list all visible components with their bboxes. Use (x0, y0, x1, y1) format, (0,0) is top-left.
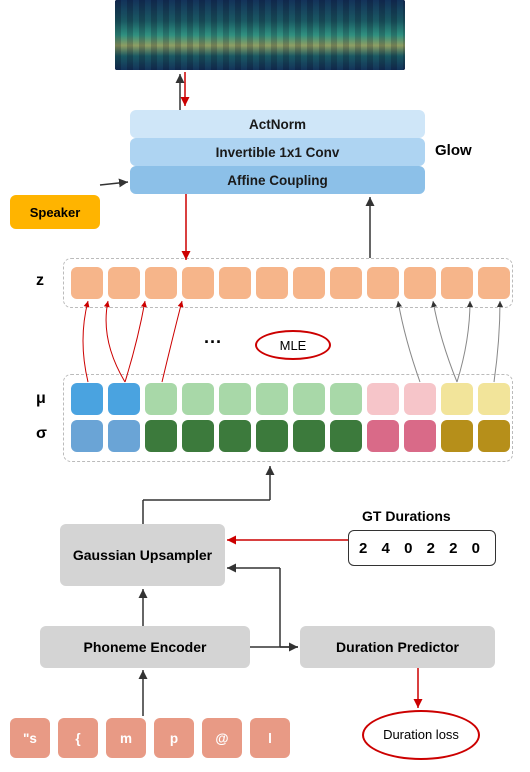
sigma-cell (145, 420, 177, 452)
phoneme-token: { (58, 718, 98, 758)
mu-cell (256, 383, 288, 415)
sigma-cell (108, 420, 140, 452)
z-cell (219, 267, 251, 299)
invconv-label: Invertible 1x1 Conv (216, 145, 340, 160)
z-cell (404, 267, 436, 299)
z-cell (330, 267, 362, 299)
glow-actnorm: ActNorm (130, 110, 425, 138)
phoneme-token: p (154, 718, 194, 758)
mu-label: μ (36, 390, 46, 408)
z-cell (478, 267, 510, 299)
z-cell (145, 267, 177, 299)
mu-cell (71, 383, 103, 415)
z-label: z (36, 272, 44, 290)
ellipsis: ··· (204, 332, 222, 353)
phoneme-token: l (250, 718, 290, 758)
spectrogram (115, 0, 405, 70)
mu-cell (441, 383, 473, 415)
phoneme-token: @ (202, 718, 242, 758)
duration-predictor-label: Duration Predictor (336, 639, 459, 655)
z-cell (256, 267, 288, 299)
phoneme-encoder-label: Phoneme Encoder (84, 639, 207, 655)
speaker-label: Speaker (30, 205, 81, 220)
z-cell (71, 267, 103, 299)
sigma-cell (182, 420, 214, 452)
z-cell (441, 267, 473, 299)
mu-cell (478, 383, 510, 415)
mu-cell (145, 383, 177, 415)
sigma-cell (367, 420, 399, 452)
mu-cell (404, 383, 436, 415)
phoneme-token: m (106, 718, 146, 758)
mu-cell (293, 383, 325, 415)
sigma-cell (256, 420, 288, 452)
duration-loss-label: Duration loss (383, 728, 459, 742)
sigma-cell (293, 420, 325, 452)
z-cell (108, 267, 140, 299)
z-cell (367, 267, 399, 299)
sigma-cell (219, 420, 251, 452)
sigma-cell (71, 420, 103, 452)
speaker-box: Speaker (10, 195, 100, 229)
phoneme-encoder: Phoneme Encoder (40, 626, 250, 668)
mu-cell (108, 383, 140, 415)
mu-cell (367, 383, 399, 415)
gaussian-upsampler: Gaussian Upsampler (60, 524, 225, 586)
phoneme-token: "s (10, 718, 50, 758)
mu-cell (182, 383, 214, 415)
gaussian-upsampler-label: Gaussian Upsampler (73, 547, 212, 564)
sigma-label: σ (36, 425, 47, 443)
mle-ellipse: MLE (255, 330, 331, 360)
sigma-cell (404, 420, 436, 452)
mu-cell (219, 383, 251, 415)
z-cell (293, 267, 325, 299)
affine-label: Affine Coupling (227, 173, 327, 188)
sigma-cell (441, 420, 473, 452)
z-cell (182, 267, 214, 299)
mu-cell (330, 383, 362, 415)
actnorm-label: ActNorm (249, 117, 306, 132)
mle-label: MLE (280, 338, 307, 353)
sigma-cell (330, 420, 362, 452)
sigma-cell (478, 420, 510, 452)
gt-durations-label: GT Durations (362, 508, 451, 524)
glow-invconv: Invertible 1x1 Conv (130, 138, 425, 166)
duration-loss-ellipse: Duration loss (362, 710, 480, 760)
gt-durations-value: 2 4 0 2 2 0 (359, 540, 485, 557)
duration-predictor: Duration Predictor (300, 626, 495, 668)
glow-label: Glow (435, 142, 472, 159)
gt-durations-box: 2 4 0 2 2 0 (348, 530, 496, 566)
glow-affine: Affine Coupling (130, 166, 425, 194)
